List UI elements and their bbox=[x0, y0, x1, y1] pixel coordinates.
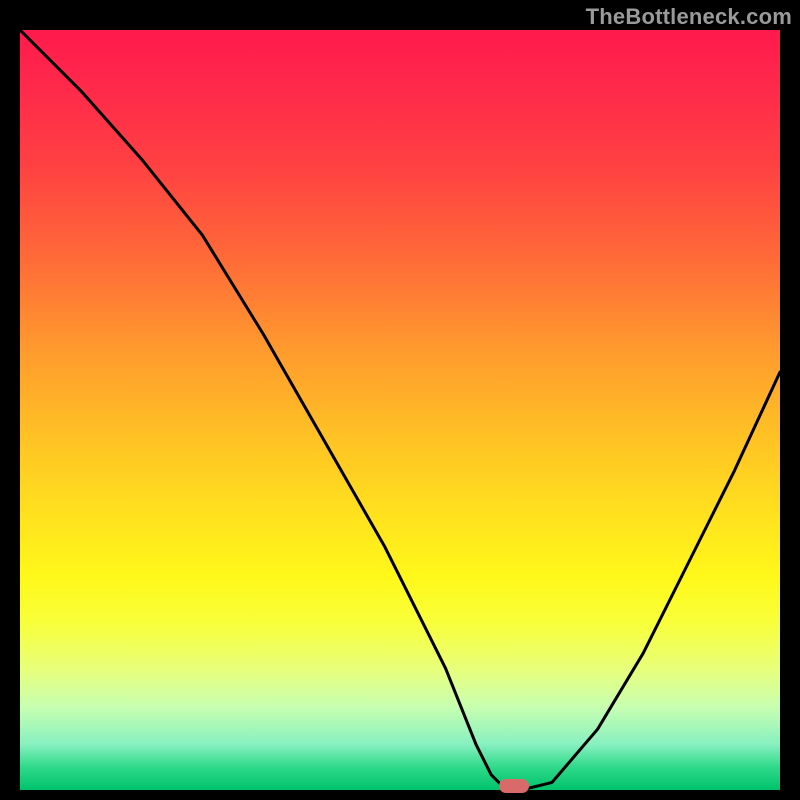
curve-layer bbox=[20, 30, 780, 790]
bottleneck-curve-path bbox=[20, 30, 780, 790]
optimal-marker bbox=[499, 779, 529, 793]
watermark-text: TheBottleneck.com bbox=[586, 4, 792, 30]
plot-area bbox=[20, 30, 780, 790]
chart-frame: TheBottleneck.com bbox=[0, 0, 800, 800]
